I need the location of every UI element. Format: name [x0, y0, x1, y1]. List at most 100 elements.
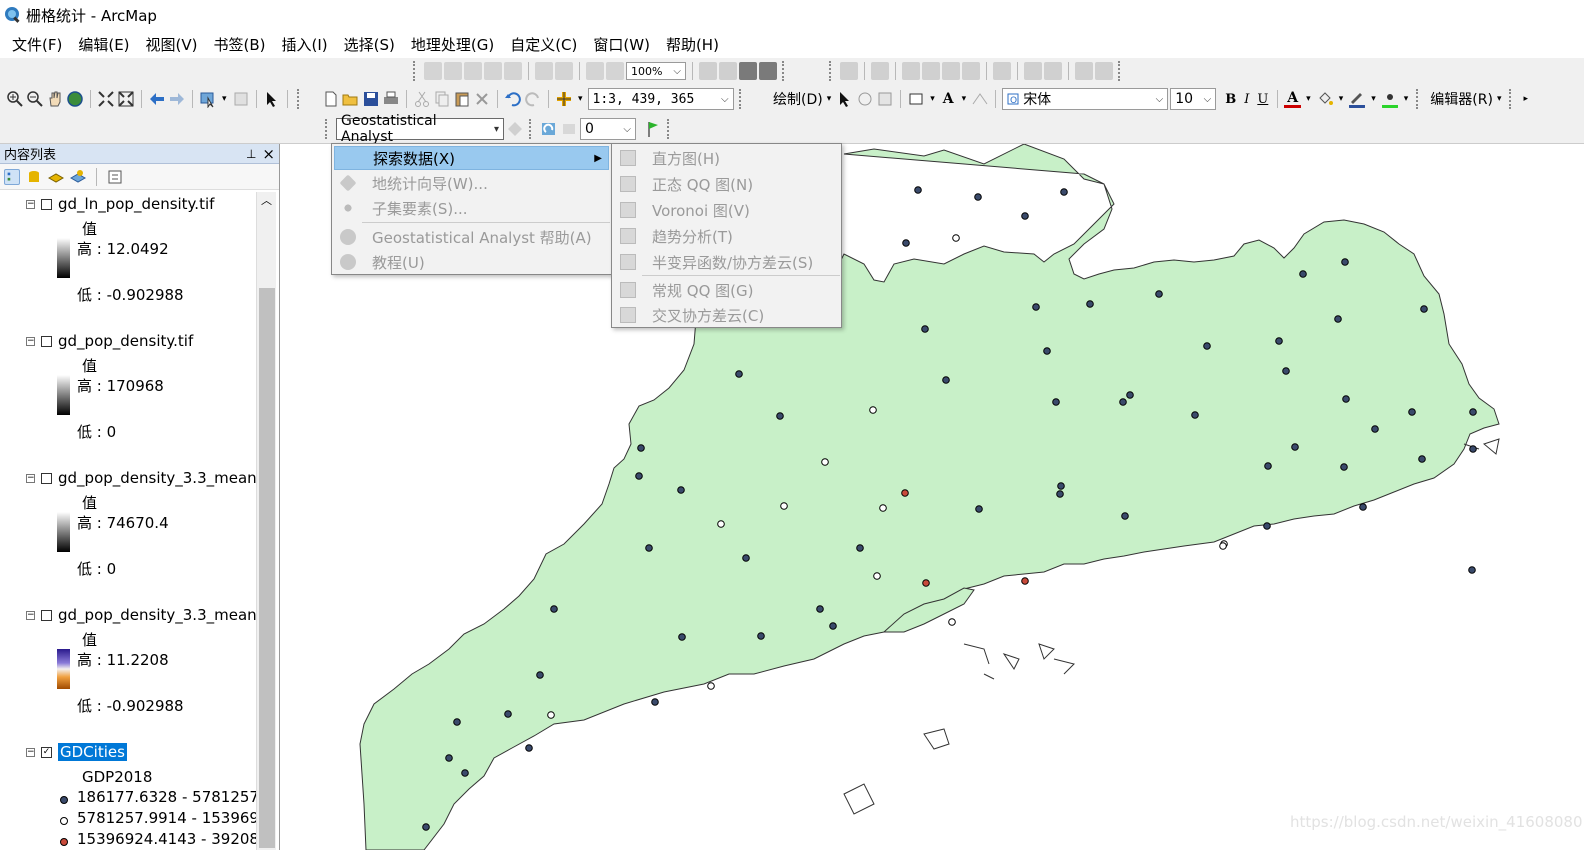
city-point[interactable] — [1359, 503, 1367, 511]
forward-extent-icon[interactable] — [606, 62, 624, 80]
menu-insert[interactable]: 插入(I) — [274, 34, 336, 55]
collapse-toggle[interactable]: − — [26, 747, 35, 757]
city-point[interactable] — [1341, 258, 1349, 266]
chevron-down-icon[interactable]: ▾ — [927, 94, 938, 104]
city-point[interactable] — [422, 823, 430, 831]
disabled-tool-icon[interactable] — [1075, 62, 1093, 80]
city-point[interactable] — [780, 502, 788, 510]
city-point[interactable] — [829, 622, 837, 630]
city-point[interactable] — [974, 193, 982, 201]
menu-bookmarks[interactable]: 书签(B) — [206, 34, 274, 55]
full-extent-globe-icon[interactable] — [66, 90, 84, 108]
disabled-tool-icon[interactable] — [962, 62, 980, 80]
city-point[interactable] — [635, 472, 643, 480]
forward-arrow-icon[interactable] — [168, 90, 186, 108]
bold-button[interactable]: B — [1222, 92, 1239, 107]
scrollbar-thumb[interactable] — [259, 288, 275, 848]
redo-icon[interactable] — [524, 90, 542, 108]
city-point[interactable] — [1469, 445, 1477, 453]
text-tool-icon[interactable]: A — [940, 91, 957, 107]
city-point[interactable] — [873, 572, 881, 580]
city-point[interactable] — [879, 504, 887, 512]
options-icon[interactable] — [107, 169, 123, 185]
city-point[interactable] — [1121, 512, 1129, 520]
delete-x-icon[interactable] — [473, 90, 491, 108]
select-elements-arrow-icon[interactable] — [836, 90, 854, 108]
city-point[interactable] — [1408, 408, 1416, 416]
toc-scrollbar[interactable]: ︿ — [256, 192, 276, 850]
menu-customize[interactable]: 自定义(C) — [502, 34, 585, 55]
back-extent-icon[interactable] — [586, 62, 604, 80]
flag-icon[interactable] — [644, 120, 662, 138]
city-point[interactable] — [1291, 443, 1299, 451]
chevron-down-icon[interactable]: ▾ — [1401, 94, 1412, 104]
chevron-down-icon[interactable]: ▾ — [219, 94, 230, 104]
disabled-tool-icon[interactable] — [1044, 62, 1062, 80]
clear-selection-icon[interactable] — [232, 90, 250, 108]
city-point[interactable] — [536, 671, 544, 679]
city-point[interactable] — [1275, 337, 1283, 345]
zoom-to-selected-icon[interactable] — [876, 90, 894, 108]
city-point[interactable] — [902, 239, 910, 247]
layer-name[interactable]: gd_pop_density_3.3_mean — [58, 606, 256, 624]
submenu-item-normal-qq[interactable]: 正态 QQ 图(N) — [614, 172, 753, 196]
font-size-combo[interactable]: 10 ⌵ — [1170, 88, 1217, 110]
collapse-toggle[interactable]: − — [26, 336, 35, 346]
city-point[interactable] — [1299, 270, 1307, 278]
city-point[interactable] — [1469, 408, 1477, 416]
zoom-out-icon[interactable] — [26, 90, 44, 108]
layout-pan-icon[interactable] — [464, 62, 482, 80]
menu-item-tutorial[interactable]: 教程(U) — [334, 250, 609, 274]
city-point[interactable] — [445, 754, 453, 762]
toolbar-grip[interactable] — [667, 119, 673, 139]
open-folder-icon[interactable] — [342, 90, 360, 108]
layer-name[interactable]: gd_pop_density.tif — [58, 332, 193, 350]
layout-zoom-in-icon[interactable] — [424, 62, 442, 80]
data-driven-pages-icon[interactable] — [759, 62, 777, 80]
menu-selection[interactable]: 选择(S) — [336, 34, 403, 55]
marker-color-icon[interactable] — [1381, 90, 1399, 108]
pan-hand-icon[interactable] — [46, 90, 64, 108]
chevron-down-icon[interactable]: ▾ — [575, 94, 586, 104]
line-color-pen-icon[interactable] — [1348, 90, 1366, 108]
city-point[interactable] — [678, 633, 686, 641]
new-document-icon[interactable] — [322, 90, 340, 108]
layout-zoom-out-icon[interactable] — [444, 62, 462, 80]
edit-vertices-icon[interactable] — [971, 90, 989, 108]
city-point[interactable] — [677, 486, 685, 494]
city-point[interactable] — [1371, 425, 1379, 433]
close-icon[interactable]: × — [262, 145, 275, 163]
disabled-tool-icon[interactable] — [902, 62, 920, 80]
change-layout-icon[interactable] — [739, 62, 757, 80]
city-point[interactable] — [1263, 522, 1271, 530]
select-elements-arrow-icon[interactable] — [263, 90, 281, 108]
chevron-down-icon[interactable]: ▾ — [1494, 94, 1505, 104]
city-point[interactable] — [1119, 398, 1127, 406]
toolbar-grip[interactable] — [529, 119, 535, 139]
city-point[interactable] — [1219, 542, 1227, 550]
city-point[interactable] — [735, 370, 743, 378]
menu-item-explore-data[interactable]: 探索数据(X) ▶ — [334, 146, 609, 170]
collapse-toggle[interactable]: − — [26, 199, 35, 209]
layer-visibility-checkbox[interactable] — [41, 472, 52, 484]
collapse-toggle[interactable]: − — [26, 610, 35, 620]
city-point[interactable] — [550, 605, 558, 613]
city-point[interactable] — [1032, 303, 1040, 311]
menu-edit[interactable]: 编辑(E) — [70, 34, 137, 55]
city-point[interactable] — [1282, 367, 1290, 375]
focus-data-frame-icon[interactable] — [719, 62, 737, 80]
geostat-analyst-menu-button[interactable]: Geostatistical Analyst ▾ — [336, 113, 504, 145]
city-point[interactable] — [1021, 577, 1029, 585]
disabled-tool-icon[interactable] — [993, 62, 1011, 80]
city-point[interactable] — [1334, 315, 1342, 323]
disabled-tool-icon[interactable] — [1024, 62, 1042, 80]
city-point[interactable] — [816, 605, 824, 613]
toolbar-grip[interactable] — [1416, 89, 1422, 109]
italic-button[interactable]: I — [1241, 92, 1252, 107]
city-point[interactable] — [461, 769, 469, 777]
fixed-zoom-out-icon[interactable] — [117, 90, 135, 108]
toolbar-grip[interactable] — [738, 89, 745, 109]
submenu-item-voronoi[interactable]: Voronoi 图(V) — [614, 198, 750, 222]
list-by-source-icon[interactable] — [26, 169, 42, 185]
city-point[interactable] — [869, 406, 877, 414]
